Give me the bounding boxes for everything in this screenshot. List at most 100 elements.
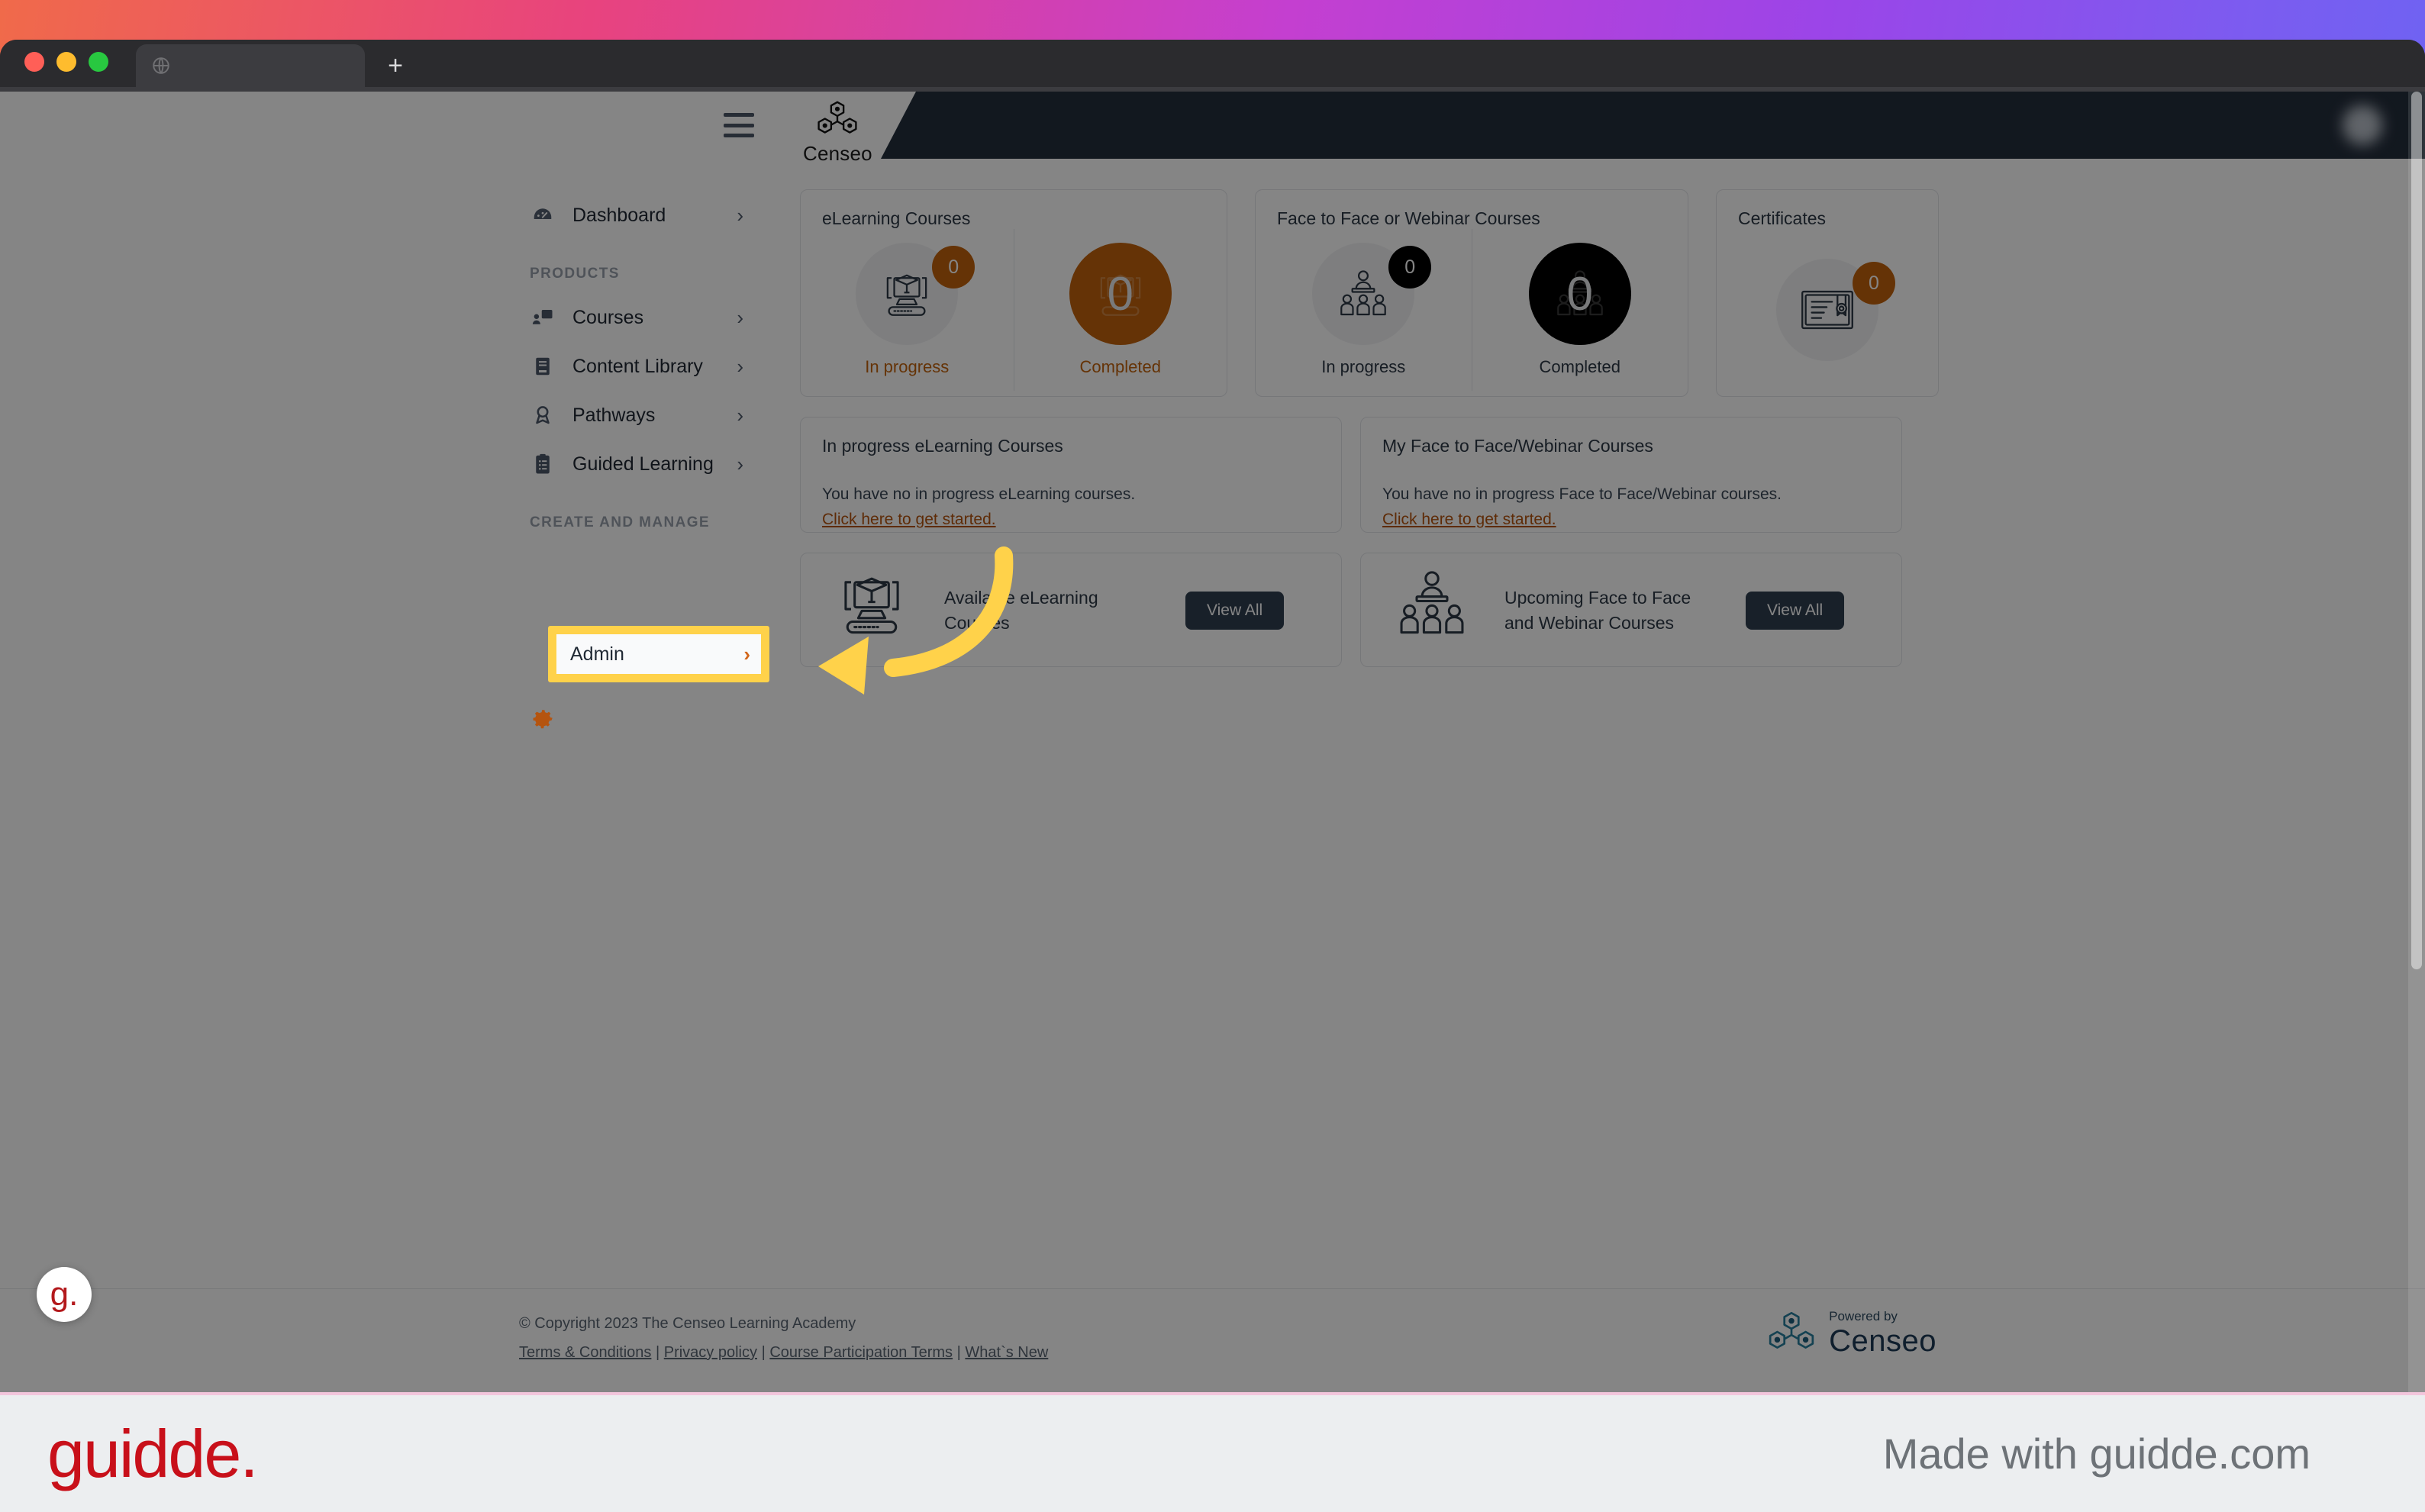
globe-icon <box>151 56 171 76</box>
dashboard-gauge-icon <box>530 202 556 228</box>
sidebar-item-label: Dashboard <box>572 204 666 226</box>
made-with-guidde-text: Made with guidde.com <box>1882 1430 2311 1478</box>
terms-and-conditions-link[interactable]: Terms & Conditions <box>519 1344 651 1361</box>
completed-count-circle: 0 <box>1069 243 1172 345</box>
censeo-hexagon-logo-icon <box>1766 1311 1817 1356</box>
brand-name: Censeo <box>803 142 872 165</box>
sidebar-item-admin[interactable]: Admin › <box>548 626 769 682</box>
stat-body: 0 <box>1717 229 1938 391</box>
privacy-policy-link[interactable]: Privacy policy <box>664 1344 757 1361</box>
sidebar-item-label: Guided Learning <box>572 453 714 475</box>
stat-completed[interactable]: 0 Completed <box>1013 229 1227 391</box>
view-all-button[interactable]: View All <box>1185 592 1285 630</box>
avatar[interactable] <box>2343 105 2382 145</box>
guidde-badge[interactable]: g. <box>37 1267 92 1322</box>
stat-certificates[interactable]: 0 <box>1717 229 1938 391</box>
view-all-button[interactable]: View All <box>1746 592 1845 630</box>
progress-row: In progress eLearning Courses You have n… <box>800 417 1902 533</box>
window-traffic-lights[interactable] <box>0 52 124 87</box>
scrollbar-thumb[interactable] <box>2411 92 2422 969</box>
card-title: Certificates <box>1738 208 1827 228</box>
main-content: eLearning Courses 0 In progress 0 Comple… <box>772 159 2425 1288</box>
app-footer: © Copyright 2023 The Censeo Learning Aca… <box>0 1288 2425 1392</box>
completed-count: 0 <box>1566 267 1593 321</box>
sidebar-item-courses[interactable]: Courses › <box>527 293 748 342</box>
guidde-badge-text: g. <box>50 1275 79 1313</box>
content-library-book-icon <box>530 353 556 379</box>
page-viewport: Censeo Dashboard › PRODUCTS Courses › Co… <box>0 92 2425 1392</box>
stat-completed[interactable]: 0 Completed <box>1471 229 1688 391</box>
powered-by-text: Powered by Censeo <box>1829 1309 1936 1359</box>
status-badge: 0 <box>932 246 975 289</box>
certificates-card: Certificates 0 <box>1716 189 1939 397</box>
page-scrollbar[interactable] <box>2408 92 2425 1392</box>
sidebar: Dashboard › PRODUCTS Courses › Content L… <box>0 159 772 1288</box>
whats-new-link[interactable]: What`s New <box>965 1344 1048 1361</box>
empty-state-text: You have no in progress Face to Face/Web… <box>1382 485 1782 503</box>
app-body: Dashboard › PRODUCTS Courses › Content L… <box>0 159 2425 1288</box>
face-to-face-courses-card: Face to Face or Webinar Courses 0 In pro… <box>1255 189 1688 397</box>
stat-in-progress[interactable]: 0 In progress <box>1256 229 1472 391</box>
upcoming-face-to-face-card: Upcoming Face to Face and Webinar Course… <box>1360 553 1902 667</box>
stat-label: In progress <box>865 357 950 376</box>
guidde-branding-bar: guidde. Made with guidde.com <box>0 1392 2425 1512</box>
copyright-text: © Copyright 2023 The Censeo Learning Aca… <box>519 1315 856 1332</box>
sidebar-item-label: Content Library <box>572 355 703 377</box>
stat-body: 0 In progress 0 Completed <box>801 229 1227 391</box>
sidebar-item-pathways[interactable]: Pathways › <box>527 391 748 440</box>
stat-label: Completed <box>1079 357 1161 376</box>
available-card-title: Upcoming Face to Face and Webinar Course… <box>1504 587 1691 633</box>
get-started-link[interactable]: Click here to get started. <box>1382 508 1880 533</box>
close-window-button[interactable] <box>24 52 44 72</box>
brand-logo[interactable]: Censeo <box>803 101 872 166</box>
courses-screen-icon <box>530 305 556 330</box>
stat-in-progress[interactable]: 0 In progress <box>801 229 1014 391</box>
empty-state: You have no in progress eLearning course… <box>801 456 1341 532</box>
classroom-people-icon <box>1391 568 1477 653</box>
card-title: eLearning Courses <box>822 208 971 228</box>
maximize-window-button[interactable] <box>89 52 108 72</box>
available-elearning-card: Available eLearning Courses View All <box>800 553 1342 667</box>
empty-state-text: You have no in progress eLearning course… <box>822 485 1136 503</box>
certificate-icon: 0 <box>1776 259 1895 361</box>
footer-copyright: © Copyright 2023 The Censeo Learning Aca… <box>519 1311 1048 1365</box>
guidde-wordmark: guidde. <box>47 1415 259 1491</box>
available-card-body: Upcoming Face to Face and Webinar Course… <box>1361 553 1901 668</box>
completed-count: 0 <box>1107 267 1133 321</box>
sidebar-item-label: Courses <box>572 306 644 328</box>
available-card-body: Available eLearning Courses View All <box>801 553 1341 668</box>
header-user-menu[interactable] <box>2330 105 2382 145</box>
stat-label: In progress <box>1321 357 1406 376</box>
new-tab-button[interactable]: + <box>374 44 417 87</box>
link-separator: | <box>655 1344 660 1361</box>
browser-tab[interactable] <box>136 44 365 87</box>
sidebar-item-label: Pathways <box>572 404 656 426</box>
censeo-hexagon-logo-icon <box>815 101 859 140</box>
minimize-window-button[interactable] <box>56 52 76 72</box>
in-progress-elearning-card: In progress eLearning Courses You have n… <box>800 417 1342 533</box>
get-started-link[interactable]: Click here to get started. <box>822 508 1320 533</box>
sidebar-item-dashboard[interactable]: Dashboard › <box>527 191 748 240</box>
stat-label: Completed <box>1539 357 1620 376</box>
classroom-people-icon: 0 <box>1312 243 1432 345</box>
powered-by-label: Powered by <box>1829 1309 1898 1323</box>
stats-row: eLearning Courses 0 In progress 0 Comple… <box>800 189 1939 397</box>
sidebar-item-label: Admin <box>570 643 624 665</box>
status-badge: 0 <box>1853 262 1895 305</box>
app-header: Censeo <box>0 92 2425 165</box>
card-title: My Face to Face/Webinar Courses <box>1382 436 1653 456</box>
censeo-wordmark: Censeo <box>1829 1324 1936 1358</box>
completed-count-circle: 0 <box>1528 243 1631 345</box>
sidebar-item-content-library[interactable]: Content Library › <box>527 342 748 391</box>
course-participation-terms-link[interactable]: Course Participation Terms <box>769 1344 953 1361</box>
chevron-right-icon: › <box>737 204 743 227</box>
empty-state: You have no in progress Face to Face/Web… <box>1361 456 1901 532</box>
guided-learning-clipboard-icon <box>530 451 556 477</box>
stat-body: 0 In progress 0 Completed <box>1256 229 1688 391</box>
card-title: Face to Face or Webinar Courses <box>1277 208 1540 228</box>
hamburger-menu-icon[interactable] <box>724 113 754 137</box>
chevron-right-icon: › <box>737 404 743 427</box>
elearning-monitor-cap-icon <box>831 568 917 653</box>
sidebar-item-guided-learning[interactable]: Guided Learning › <box>527 440 748 488</box>
elearning-monitor-cap-icon: 0 <box>856 243 975 345</box>
